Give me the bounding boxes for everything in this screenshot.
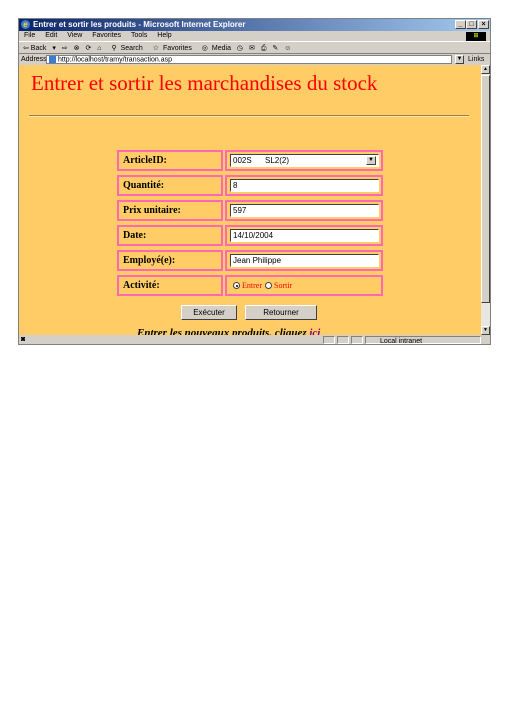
divider xyxy=(29,115,469,117)
status-cell xyxy=(337,336,349,344)
article-select[interactable]: 002S SL2(2) ▼ xyxy=(230,154,379,167)
ie-logo-icon: e xyxy=(21,20,30,29)
article-cell: 002S SL2(2) ▼ xyxy=(225,150,383,171)
close-button[interactable]: × xyxy=(478,20,489,29)
stop-icon[interactable]: ⊗ xyxy=(74,45,80,52)
page-icon xyxy=(49,56,56,63)
footer-text: Entrer les nouveaux produits, cliquez ic… xyxy=(137,327,320,335)
search-button[interactable]: ⚲ Search xyxy=(107,45,142,52)
history-icon[interactable]: ◷ xyxy=(237,45,243,52)
zone-label: Local intranet xyxy=(380,338,423,345)
address-bar: Address http://localhost/tramy/transacti… xyxy=(19,54,490,74)
activite-label: Activité: xyxy=(117,275,223,296)
address-input[interactable]: http://localhost/tramy/transaction.asp xyxy=(46,55,452,64)
prix-input[interactable]: 597 xyxy=(230,204,379,217)
edit-icon[interactable]: ✎ xyxy=(272,45,278,52)
quantite-input[interactable]: 8 xyxy=(230,179,379,192)
mail-icon[interactable]: ✉ xyxy=(249,45,255,52)
search-label: Search xyxy=(120,45,143,52)
menu-view[interactable]: View xyxy=(67,32,82,39)
page-done-icon: ◙ xyxy=(21,336,26,343)
maximize-button[interactable]: □ xyxy=(466,20,477,29)
address-dropdown-button[interactable]: ▼ xyxy=(455,55,464,64)
radio-sortir[interactable] xyxy=(265,282,272,290)
scroll-up-icon[interactable]: ▲ xyxy=(481,65,490,74)
back-button[interactable]: ⇦ Back xyxy=(23,45,46,52)
prix-cell: 597 xyxy=(225,200,383,221)
address-url: http://localhost/tramy/transaction.asp xyxy=(58,56,172,64)
prix-label: Prix unitaire: xyxy=(117,200,223,221)
menu-tools[interactable]: Tools xyxy=(131,32,147,39)
employe-label: Employé(e): xyxy=(117,250,223,271)
article-select-value: 002S SL2(2) xyxy=(233,156,290,165)
back-dropdown-icon[interactable]: ▾ xyxy=(52,45,56,52)
footer-label: Entrer les nouveaux produits, cliquez xyxy=(137,327,310,335)
favorites-label: Favorites xyxy=(163,45,192,52)
employe-cell: Jean Philippe xyxy=(225,250,383,271)
favorites-button[interactable]: ☆ Favorites xyxy=(149,45,192,52)
date-input[interactable]: 14/10/2004 xyxy=(230,229,379,242)
return-button[interactable]: Retourner xyxy=(245,305,317,320)
status-bar: ◙ Local intranet xyxy=(19,335,490,344)
windows-logo-icon: ⊞ xyxy=(466,32,486,41)
vertical-scrollbar[interactable]: ▲ ▼ xyxy=(481,65,490,335)
menu-help[interactable]: Help xyxy=(157,32,171,39)
media-button[interactable]: ◎ Media xyxy=(198,45,231,52)
media-label: Media xyxy=(211,45,231,52)
execute-button[interactable]: Exécuter xyxy=(181,305,237,320)
address-label: Address xyxy=(21,56,47,63)
quantite-label: Quantité: xyxy=(117,175,223,196)
employe-input[interactable]: Jean Philippe xyxy=(230,254,379,267)
transaction-form: ArticleID: 002S SL2(2) ▼ Quantité: 8 Prix… xyxy=(117,150,383,296)
print-icon[interactable]: ⎙ xyxy=(261,45,267,52)
activite-cell: Entrer Sortir xyxy=(225,275,383,296)
scroll-thumb[interactable] xyxy=(481,75,490,303)
menu-file[interactable]: File xyxy=(24,32,35,39)
menu-bar: File Edit View Favorites Tools Help xyxy=(19,31,490,41)
home-icon[interactable]: ⌂ xyxy=(97,45,101,52)
favorites-icon: ☆ xyxy=(152,45,160,52)
radio-entrer[interactable] xyxy=(233,282,240,290)
page-title: Entrer et sortir les marchandises du sto… xyxy=(31,71,378,95)
search-icon: ⚲ xyxy=(111,45,117,52)
quantite-cell: 8 xyxy=(225,175,383,196)
date-label: Date: xyxy=(117,225,223,246)
article-label: ArticleID: xyxy=(117,150,223,171)
date-cell: 14/10/2004 xyxy=(225,225,383,246)
page-content: Entrer et sortir les marchandises du sto… xyxy=(19,65,481,335)
menu-favorites[interactable]: Favorites xyxy=(92,32,121,39)
media-icon: ◎ xyxy=(201,45,208,52)
toolbar: ⇦ Back ▾ ⇨ ⊗ ⟳ ⌂ ⚲ Search ☆ Favorites ◎ Med… xyxy=(19,41,490,54)
refresh-icon[interactable]: ⟳ xyxy=(85,45,91,52)
status-cell xyxy=(323,336,335,344)
chevron-down-icon[interactable]: ▼ xyxy=(366,156,376,165)
window-title: Entrer et sortir les produits - Microsof… xyxy=(33,20,246,29)
radio-entrer-label: Entrer xyxy=(242,281,262,291)
ici-link[interactable]: ici xyxy=(309,327,320,335)
minimize-button[interactable]: _ xyxy=(455,20,466,29)
radio-sortir-label: Sortir xyxy=(274,281,293,291)
menu-edit[interactable]: Edit xyxy=(45,32,57,39)
messenger-icon[interactable]: ☺ xyxy=(284,45,291,52)
status-cell xyxy=(351,336,363,344)
scroll-down-icon[interactable]: ▼ xyxy=(481,326,490,335)
title-bar: e Entrer et sortir les produits - Micros… xyxy=(19,19,490,31)
zone-cell: Local intranet xyxy=(365,336,481,344)
forward-button[interactable]: ⇨ xyxy=(62,45,68,52)
browser-window: e Entrer et sortir les produits - Micros… xyxy=(18,18,491,345)
